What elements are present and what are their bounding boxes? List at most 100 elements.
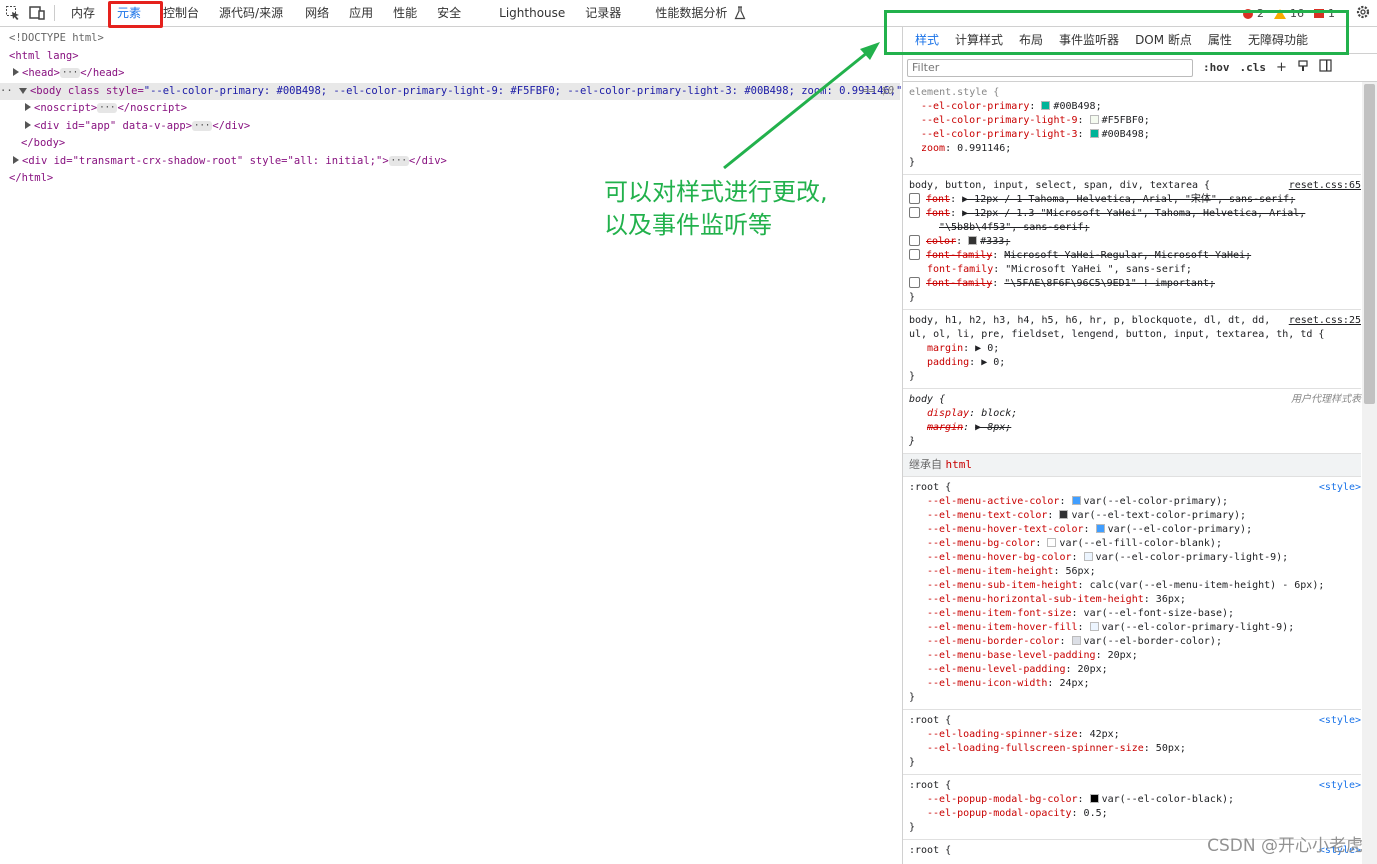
style-declaration[interactable]: --el-menu-item-hover-fill: var(--el-colo… (909, 621, 1355, 635)
collapsed-ellipsis-icon[interactable]: ··· (388, 155, 409, 166)
property-value[interactable]: "Microsoft YaHei ", sans-serif; (1005, 264, 1192, 275)
property-name[interactable]: --el-menu-item-hover-fill (927, 622, 1078, 633)
property-name[interactable]: --el-color-primary (921, 101, 1029, 112)
style-declaration[interactable]: --el-color-primary-light-9: #F5FBF0; (909, 114, 1355, 128)
style-declaration[interactable]: --el-menu-horizontal-sub-item-height: 36… (909, 593, 1355, 607)
property-value[interactable]: var(--el-font-size-base); (1084, 608, 1235, 619)
property-name[interactable]: padding (927, 357, 969, 368)
style-declaration[interactable]: margin: ▶ 0; (909, 342, 1355, 356)
property-name[interactable]: zoom (921, 143, 945, 154)
property-name[interactable]: --el-popup-modal-opacity (927, 808, 1072, 819)
property-value[interactable]: ▶ 0; (975, 343, 999, 354)
scrollbar-thumb[interactable] (1364, 84, 1375, 404)
dom-node-noscript[interactable]: <noscript> ··· </noscript> (0, 100, 900, 118)
property-name[interactable]: --el-color-primary-light-3 (921, 129, 1078, 140)
declaration-checkbox[interactable] (909, 207, 920, 218)
class-toggle[interactable]: .cls (1240, 61, 1267, 74)
device-toolbar-icon[interactable] (26, 2, 48, 24)
property-value[interactable]: var(--el-fill-color-blank); (1059, 538, 1222, 549)
collapsed-ellipsis-icon[interactable]: ··· (59, 68, 81, 78)
dom-node-head[interactable]: <head> ··· </head> (0, 65, 900, 83)
style-declaration[interactable]: --el-color-primary: #00B498; (909, 100, 1355, 114)
color-swatch-icon[interactable] (1071, 636, 1081, 645)
tab-memory[interactable]: 内存 (63, 0, 103, 27)
property-name[interactable]: font-family (926, 250, 992, 261)
style-declaration[interactable]: --el-menu-level-padding: 20px; (909, 663, 1355, 677)
property-name[interactable]: font (926, 194, 950, 205)
property-name[interactable]: --el-menu-level-padding (927, 664, 1065, 675)
style-declaration[interactable]: --el-loading-fullscreen-spinner-size: 50… (909, 742, 1355, 756)
property-name[interactable]: --el-menu-bg-color (927, 538, 1035, 549)
property-name[interactable]: margin (927, 343, 963, 354)
property-name[interactable]: font-family (926, 278, 992, 289)
style-declaration[interactable]: --el-menu-base-level-padding: 20px; (909, 649, 1355, 663)
color-swatch-icon[interactable] (1089, 129, 1099, 138)
expand-triangle-icon[interactable] (25, 120, 31, 129)
style-declaration[interactable]: --el-menu-icon-width: 24px; (909, 677, 1355, 691)
property-name[interactable]: --el-popup-modal-bg-color (927, 794, 1078, 805)
style-declaration[interactable]: --el-popup-modal-bg-color: var(--el-colo… (909, 793, 1355, 807)
property-value[interactable]: 42px; (1090, 729, 1120, 740)
property-value[interactable]: 0.5; (1084, 808, 1108, 819)
tab-lighthouse[interactable]: Lighthouse (491, 0, 573, 27)
color-swatch-icon[interactable] (1089, 115, 1099, 124)
property-value[interactable]: var(--el-border-color); (1084, 636, 1222, 647)
property-value[interactable]: #333; (980, 236, 1010, 247)
dom-node-shadow-root[interactable]: <div id="transmart-crx-shadow-root" styl… (0, 153, 900, 171)
inspect-element-icon[interactable] (2, 2, 24, 24)
color-swatch-icon[interactable] (1089, 622, 1099, 631)
tab-network[interactable]: 网络 (297, 0, 337, 27)
style-declaration[interactable]: --el-menu-bg-color: var(--el-fill-color-… (909, 537, 1355, 551)
property-value[interactable]: var(--el-color-primary); (1084, 496, 1229, 507)
property-name[interactable]: --el-loading-spinner-size (927, 729, 1078, 740)
property-value[interactable]: "\5FAE\8F6F\96C5\9ED1" ! important; (1004, 278, 1215, 289)
tab-security[interactable]: 安全 (429, 0, 469, 27)
color-swatch-icon[interactable] (1089, 794, 1099, 803)
collapsed-ellipsis-icon[interactable]: ··· (192, 120, 213, 131)
tab-application[interactable]: 应用 (341, 0, 381, 27)
property-value[interactable]: 36px; (1156, 594, 1186, 605)
style-declaration[interactable]: margin: ▶ 8px; (909, 421, 1355, 435)
inherited-tag-link[interactable]: html (946, 458, 973, 471)
style-declaration[interactable]: font: ▶ 12px / 1.3 "Microsoft YaHei", Ta… (909, 207, 1355, 221)
tab-performance-insights[interactable]: 性能数据分析 (647, 0, 735, 27)
dom-node-body-close[interactable]: </body> (0, 135, 900, 153)
style-declaration[interactable]: font-family: "Microsoft YaHei ", sans-se… (909, 263, 1355, 277)
property-value[interactable]: #00B498; (1102, 129, 1150, 140)
dom-node-body[interactable]: ·· <body class style="--el-color-primary… (0, 82, 909, 100)
styles-scrollbar[interactable] (1362, 82, 1377, 864)
style-declaration[interactable]: --el-menu-text-color: var(--el-text-colo… (909, 509, 1355, 523)
styles-filter-input[interactable]: Filter (907, 58, 1193, 77)
property-name[interactable]: --el-menu-item-font-size (927, 608, 1072, 619)
color-swatch-icon[interactable] (1083, 552, 1093, 561)
property-name[interactable]: --el-menu-active-color (927, 496, 1059, 507)
rule-reset-65[interactable]: body, button, input, select, span, div, … (903, 175, 1361, 310)
property-value[interactable]: 20px; (1078, 664, 1108, 675)
property-name[interactable]: font-family (927, 264, 993, 275)
dom-tree[interactable]: <!DOCTYPE html> <html lang> <head> ··· </h… (0, 30, 909, 188)
property-name[interactable]: --el-loading-fullscreen-spinner-size (927, 743, 1144, 754)
style-declaration[interactable]: color: #333; (909, 235, 1355, 249)
settings-gear-icon[interactable] (1355, 4, 1371, 23)
rule-root-menu[interactable]: :root { <style> --el-menu-active-color: … (903, 477, 1361, 710)
style-declaration[interactable]: font: ▶ 12px / 1 Tahoma, Helvetica, Aria… (909, 193, 1355, 207)
property-value[interactable]: ▶ 12px / 1.3 "Microsoft YaHei", Tahoma, … (962, 208, 1305, 219)
property-value[interactable]: 50px; (1156, 743, 1186, 754)
property-name[interactable]: --el-menu-horizontal-sub-item-height (927, 594, 1144, 605)
paint-brush-icon[interactable] (1297, 59, 1309, 76)
tab-recorder[interactable]: 记录器 (577, 0, 629, 27)
rule-root-loading[interactable]: :root { <style> --el-loading-spinner-siz… (903, 710, 1361, 775)
property-value[interactable]: 20px; (1108, 650, 1138, 661)
property-name[interactable]: --el-color-primary-light-9 (921, 115, 1078, 126)
rule-source-link[interactable]: <style> (1319, 481, 1361, 495)
property-value[interactable]: calc(var(--el-menu-item-height) - 6px); (1090, 580, 1325, 591)
style-declaration[interactable]: --el-popup-modal-opacity: 0.5; (909, 807, 1355, 821)
rule-reset-25[interactable]: body, h1, h2, h3, h4, h5, h6, hr, p, blo… (903, 310, 1361, 389)
style-declaration[interactable]: --el-color-primary-light-3: #00B498; (909, 128, 1355, 142)
declaration-checkbox[interactable] (909, 235, 920, 246)
style-declaration[interactable]: --el-menu-hover-bg-color: var(--el-color… (909, 551, 1355, 565)
style-declaration[interactable]: --el-menu-border-color: var(--el-border-… (909, 635, 1355, 649)
rule-element-style[interactable]: element.style { --el-color-primary: #00B… (903, 82, 1361, 175)
property-name[interactable]: --el-menu-border-color (927, 636, 1059, 647)
style-declaration[interactable]: font-family: Microsoft YaHei-Regular, Mi… (909, 249, 1355, 263)
